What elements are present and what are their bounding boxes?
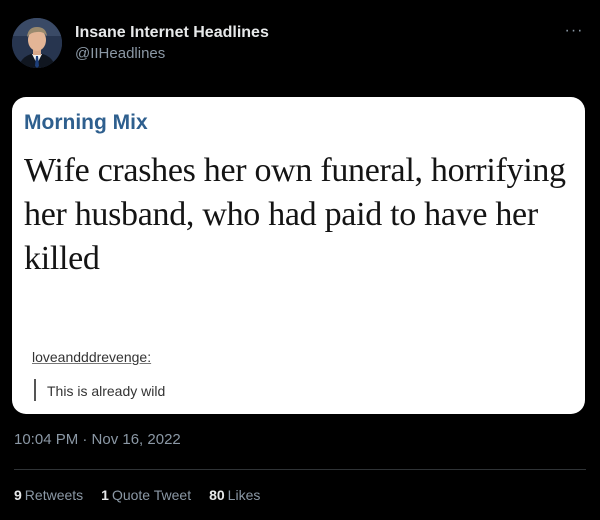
quote-tweets-stat[interactable]: 1 Quote Tweet (101, 487, 191, 503)
likes-count: 80 (209, 487, 225, 503)
quote-tweets-count: 1 (101, 487, 109, 503)
retweets-count: 9 (14, 487, 22, 503)
likes-label: Likes (227, 487, 261, 503)
tweet-stats: 9 Retweets 1 Quote Tweet 80 Likes (14, 487, 260, 503)
media-post-username: loveandddrevenge: (32, 349, 152, 365)
media-section-label: Morning Mix (24, 111, 148, 134)
likes-stat[interactable]: 80 Likes (209, 487, 260, 503)
divider (14, 469, 586, 470)
author-display-name[interactable]: Insane Internet Headlines (75, 24, 269, 42)
media-headline: Wife crashes her own funeral, horrifying… (24, 152, 566, 277)
media-post-quote: This is already wild (47, 383, 166, 399)
tweet: Insane Internet Headlines @IIHeadlines ·… (0, 0, 600, 520)
tweet-timestamp[interactable]: 10:04 PM · Nov 16, 2022 (14, 431, 181, 448)
author-handle[interactable]: @IIHeadlines (75, 45, 165, 62)
retweets-label: Retweets (24, 487, 84, 503)
avatar[interactable] (12, 18, 62, 68)
avatar-image (12, 18, 62, 68)
more-options-icon[interactable]: ··· (562, 22, 586, 40)
quote-tweets-label: Quote Tweet (111, 487, 192, 503)
retweets-stat[interactable]: 9 Retweets (14, 487, 83, 503)
media-quote-bar (34, 379, 36, 401)
tweet-media-image[interactable]: Morning Mix Wife crashes her own funeral… (12, 97, 585, 414)
